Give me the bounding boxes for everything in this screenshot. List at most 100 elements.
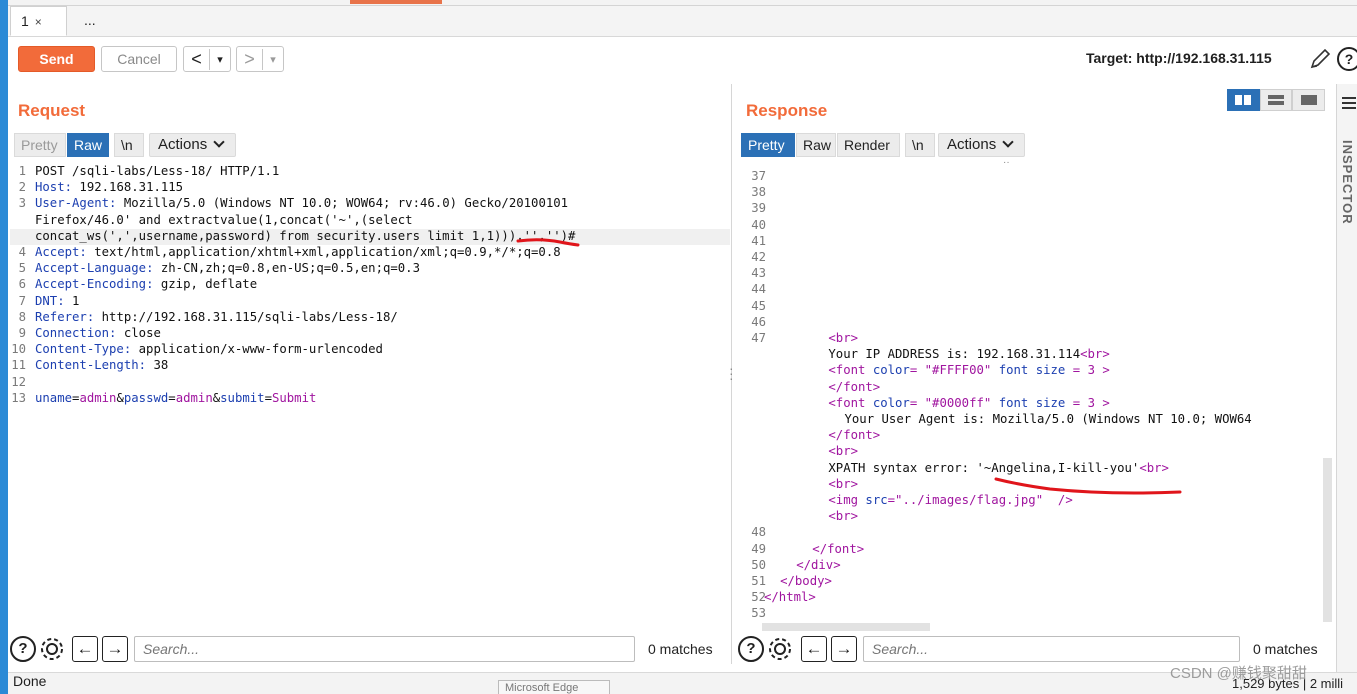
code-token: = (909, 395, 925, 410)
prev-match-button[interactable]: ← (72, 636, 98, 662)
line-number: 52 (751, 590, 766, 605)
actions-label: Actions (947, 136, 997, 153)
line-number: 46 (751, 314, 766, 329)
help-icon[interactable]: ? (738, 636, 764, 662)
code-token: <font (828, 363, 873, 378)
actions-dropdown[interactable]: Actions (149, 133, 236, 157)
target-label: Target: http://192.168.31.115 (1086, 50, 1272, 66)
code-token: </html> (764, 590, 816, 605)
header-value: 192.168.31.115 (72, 180, 184, 195)
tab-newline[interactable]: \n (114, 133, 144, 157)
code-line: Host: 192.168.31.115 (35, 180, 184, 195)
tab-pretty[interactable]: Pretty (741, 133, 795, 157)
line-number: 9 (18, 326, 26, 340)
send-button[interactable]: Send (18, 46, 95, 72)
header-value: gzip, deflate (153, 277, 258, 292)
tab-more[interactable]: ... (74, 6, 114, 36)
code-line: Accept-Encoding: gzip, deflate (35, 277, 258, 292)
response-title: Response (746, 101, 828, 120)
line-number: 45 (751, 298, 766, 313)
line-number: 48 (751, 525, 766, 540)
code-line: Your User Agent is: Mozilla/5.0 (Windows… (845, 412, 1252, 426)
single-view-icon[interactable] (1292, 89, 1326, 111)
code-token: <br> (828, 476, 859, 491)
help-icon[interactable]: ? (1337, 47, 1357, 71)
tab-1[interactable]: 1 × (10, 6, 67, 36)
code-line: </body> (780, 574, 832, 588)
code-token: 3 (1087, 395, 1095, 410)
code-line: Firefox/46.0' and extractvalue(1,concat(… (35, 212, 413, 227)
code-line: <br> (828, 509, 858, 523)
line-number: 6 (18, 277, 26, 292)
tab-newline[interactable]: \n (905, 133, 935, 157)
line-number: 44 (751, 282, 766, 297)
tab-render[interactable]: Render (837, 133, 900, 157)
search-input[interactable] (863, 636, 1240, 662)
actions-label: Actions (158, 136, 208, 153)
code-line: Connection: close (35, 326, 161, 340)
line-number: 4 (18, 245, 26, 259)
code-token: <br> (828, 331, 859, 345)
watermark: CSDN @赚钱聚甜甜 (1170, 665, 1307, 682)
line-number: 10 (11, 342, 26, 357)
actions-dropdown[interactable]: Actions (938, 133, 1025, 157)
code-token: > (1094, 395, 1110, 410)
line-number: 37 (751, 169, 766, 183)
search-input[interactable] (134, 636, 635, 662)
code-line: Your IP ADDRESS is: 192.168.31.114<br> (828, 347, 1109, 361)
chevron-left-icon: < (184, 48, 210, 70)
line-number: 5 (18, 261, 26, 276)
line-number: 39 (751, 201, 766, 216)
code-token: = (909, 363, 925, 378)
next-match-button[interactable]: → (831, 636, 857, 662)
line-number: 8 (18, 309, 26, 324)
code-line: <br> (828, 331, 858, 345)
tab-raw[interactable]: Raw (796, 133, 836, 157)
resize-handle[interactable]: · · · (729, 361, 734, 385)
help-icon[interactable]: ? (10, 636, 36, 662)
prev-match-button[interactable]: ← (801, 636, 827, 662)
line-number: 12 (11, 374, 26, 389)
tab-raw[interactable]: Raw (67, 133, 109, 157)
header-key: DNT (35, 293, 58, 308)
match-count: 0 matches (648, 641, 713, 657)
code-token: <br> (828, 509, 859, 524)
back-button[interactable]: < ▾ (183, 46, 231, 72)
line-number: 3 (18, 196, 26, 211)
header-key: User-Agent (35, 196, 110, 211)
taskbar-tooltip: Microsoft Edge (498, 680, 610, 694)
layout-toggle[interactable] (1227, 89, 1326, 111)
close-icon[interactable]: × (35, 15, 42, 29)
header-value: http://192.168.31.115/sqli-labs/Less-18/ (94, 309, 398, 324)
header-value: Mozilla/5.0 (Windows NT 10.0; WOW64; rv:… (116, 196, 569, 211)
split-view-icon[interactable] (1227, 89, 1260, 111)
line-number: 53 (751, 606, 766, 621)
tab-bar: 1 × ... (8, 6, 1357, 37)
edit-pencil-icon[interactable] (1308, 47, 1332, 71)
tab-pretty[interactable]: Pretty (14, 133, 66, 157)
vertical-scrollbar[interactable] (1323, 458, 1332, 622)
param-value: admin (79, 390, 117, 405)
header-key: Referer (35, 309, 87, 324)
next-match-button[interactable]: → (102, 636, 128, 662)
code-token: <img (828, 493, 866, 507)
code-token: </font> (828, 379, 881, 394)
settings-gear-icon[interactable] (767, 636, 793, 662)
dropdown-icon[interactable]: ▾ (210, 53, 230, 66)
stacked-view-icon[interactable] (1259, 89, 1293, 111)
line-number: 50 (751, 557, 766, 572)
line-number: 41 (751, 233, 766, 248)
settings-gear-icon[interactable] (39, 636, 65, 662)
code-token: <font (828, 395, 873, 410)
line-number: 51 (751, 574, 766, 588)
dropdown-icon[interactable]: ▾ (263, 53, 283, 66)
cancel-button[interactable]: Cancel (101, 46, 177, 72)
menu-icon[interactable] (1342, 96, 1356, 110)
inspector-label[interactable]: INSPECTOR (1340, 140, 1355, 225)
code-token: <br> (1080, 347, 1110, 362)
horizontal-scrollbar[interactable] (762, 623, 930, 631)
forward-button[interactable]: > ▾ (236, 46, 284, 72)
chevron-right-icon: > (237, 48, 263, 70)
